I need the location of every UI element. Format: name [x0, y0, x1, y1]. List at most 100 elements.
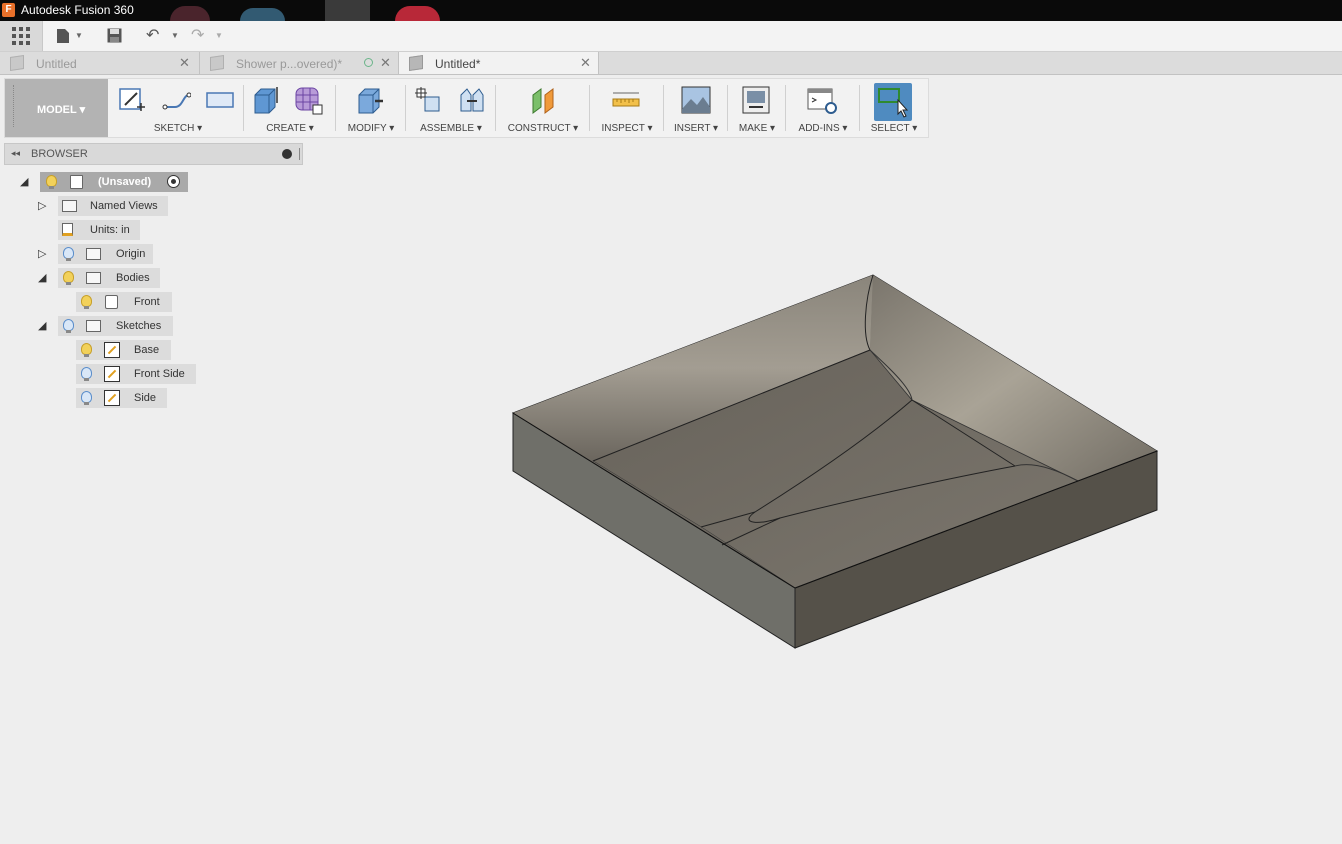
collapse-triangle-icon[interactable]: ◢: [38, 319, 46, 332]
browser-panel-header: ◂◂ BROWSER: [4, 143, 303, 165]
extrude-icon[interactable]: [251, 85, 281, 115]
folder-icon: [62, 200, 77, 212]
document-tabs: Untitled ✕ Shower p...overed)* ✕ Untitle…: [0, 52, 1342, 75]
tree-item-body-front[interactable]: Front: [76, 292, 172, 312]
workspace-switcher[interactable]: MODEL ▾: [5, 79, 108, 137]
select-button[interactable]: [874, 83, 912, 121]
expand-triangle-icon[interactable]: ▷: [38, 247, 46, 260]
close-icon[interactable]: ✕: [179, 55, 190, 71]
expand-triangle-icon[interactable]: ▷: [38, 199, 46, 212]
collapse-triangle-icon[interactable]: ◢: [20, 175, 28, 188]
visibility-bulb-icon[interactable]: [63, 319, 74, 333]
tree-item-sketches[interactable]: Sketches: [58, 316, 173, 336]
visibility-bulb-icon[interactable]: [81, 367, 92, 381]
collapse-triangle-icon[interactable]: ◢: [38, 271, 46, 284]
select-dropdown[interactable]: SELECT ▾: [861, 123, 927, 134]
offset-plane-icon[interactable]: [529, 85, 559, 115]
tree-item-bodies[interactable]: Bodies: [58, 268, 160, 288]
units-icon: [62, 223, 73, 236]
tree-item-sketch-base[interactable]: Base: [76, 340, 171, 360]
visibility-bulb-icon[interactable]: [81, 391, 92, 405]
press-pull-icon[interactable]: [355, 85, 385, 115]
visibility-bulb-icon[interactable]: [46, 175, 57, 189]
sketch-icon: [104, 390, 120, 406]
modify-dropdown[interactable]: MODIFY ▾: [337, 123, 405, 134]
divider: [859, 85, 860, 131]
folder-icon: [86, 248, 101, 260]
sync-status-icon: [364, 58, 373, 67]
new-component-icon[interactable]: [413, 85, 443, 115]
close-icon[interactable]: ✕: [380, 55, 391, 71]
3d-print-icon[interactable]: [741, 85, 771, 115]
file-icon[interactable]: [56, 28, 70, 44]
design-icon: [409, 55, 423, 71]
addins-group: ADD-INS ▾: [787, 79, 859, 137]
redo-dropdown-icon[interactable]: ▼: [215, 31, 223, 40]
measure-icon[interactable]: [611, 85, 641, 115]
panel-resize-handle[interactable]: [299, 148, 300, 160]
tree-root-unsaved[interactable]: (Unsaved): [40, 172, 188, 192]
insert-dropdown[interactable]: INSERT ▾: [665, 123, 727, 134]
inspect-dropdown[interactable]: INSPECT ▾: [591, 123, 663, 134]
create-group: CREATE ▾: [245, 79, 335, 137]
close-icon[interactable]: ✕: [580, 55, 591, 71]
visibility-bulb-icon[interactable]: [81, 295, 92, 309]
tab-label: Shower p...overed)*: [236, 57, 343, 71]
component-icon: [70, 175, 83, 189]
tree-item-units[interactable]: Units: in: [58, 220, 140, 240]
divider: [335, 85, 336, 131]
tab-shower[interactable]: Shower p...overed)* ✕: [200, 52, 399, 74]
scripts-addins-icon[interactable]: [807, 85, 837, 115]
rectangle-icon[interactable]: [205, 85, 235, 115]
grid-icon: [12, 27, 30, 45]
sketch-group: SKETCH ▾: [111, 79, 245, 137]
make-group: MAKE ▾: [729, 79, 785, 137]
folder-icon: [86, 272, 101, 284]
shower-tray-model[interactable]: [511, 274, 1159, 649]
tree-item-origin[interactable]: Origin: [58, 244, 153, 264]
tab-label: Untitled: [36, 57, 77, 71]
sketch-icon: [104, 342, 120, 358]
form-icon[interactable]: [293, 85, 323, 115]
assemble-dropdown[interactable]: ASSEMBLE ▾: [407, 123, 495, 134]
redo-icon[interactable]: ↷: [191, 27, 204, 45]
visibility-bulb-icon[interactable]: [63, 247, 74, 261]
tree-item-named-views[interactable]: Named Views: [58, 196, 168, 216]
tree-label: Side: [134, 392, 157, 404]
create-dropdown[interactable]: CREATE ▾: [245, 123, 335, 134]
select-group: SELECT ▾: [861, 79, 927, 137]
minimize-icon[interactable]: [282, 149, 292, 159]
divider: [589, 85, 590, 131]
inspect-group: INSPECT ▾: [591, 79, 663, 137]
tree-label: Bodies: [116, 272, 150, 284]
addins-dropdown[interactable]: ADD-INS ▾: [787, 123, 859, 134]
activate-radio-icon[interactable]: [167, 175, 180, 188]
sketch-dropdown[interactable]: SKETCH ▾: [111, 123, 245, 134]
construct-dropdown[interactable]: CONSTRUCT ▾: [497, 123, 589, 134]
tree-item-sketch-side[interactable]: Side: [76, 388, 167, 408]
tab-untitled[interactable]: Untitled ✕: [0, 52, 200, 74]
file-dropdown-icon[interactable]: ▼: [75, 31, 83, 40]
data-panel-button[interactable]: [0, 21, 43, 51]
design-icon: [210, 55, 224, 71]
visibility-bulb-icon[interactable]: [63, 271, 74, 285]
line-icon[interactable]: [161, 85, 191, 115]
collapse-panel-icon[interactable]: ◂◂: [11, 148, 20, 159]
joint-icon[interactable]: [457, 85, 487, 115]
tree-label: Named Views: [90, 200, 158, 212]
divider: [405, 85, 406, 131]
undo-icon[interactable]: ↶: [146, 27, 159, 45]
tree-label: (Unsaved): [98, 176, 152, 188]
save-icon[interactable]: [107, 28, 122, 43]
create-sketch-icon[interactable]: [117, 85, 147, 115]
tree-label: Front Side: [134, 368, 185, 380]
tree-label: Sketches: [116, 320, 162, 332]
tab-untitled-active[interactable]: Untitled* ✕: [399, 52, 599, 74]
browser-title: BROWSER: [31, 148, 88, 160]
tree-label: Origin: [116, 248, 146, 260]
tree-item-sketch-front-side[interactable]: Front Side: [76, 364, 196, 384]
make-dropdown[interactable]: MAKE ▾: [729, 123, 785, 134]
insert-image-icon[interactable]: [681, 85, 711, 115]
undo-dropdown-icon[interactable]: ▼: [171, 31, 179, 40]
visibility-bulb-icon[interactable]: [81, 343, 92, 357]
